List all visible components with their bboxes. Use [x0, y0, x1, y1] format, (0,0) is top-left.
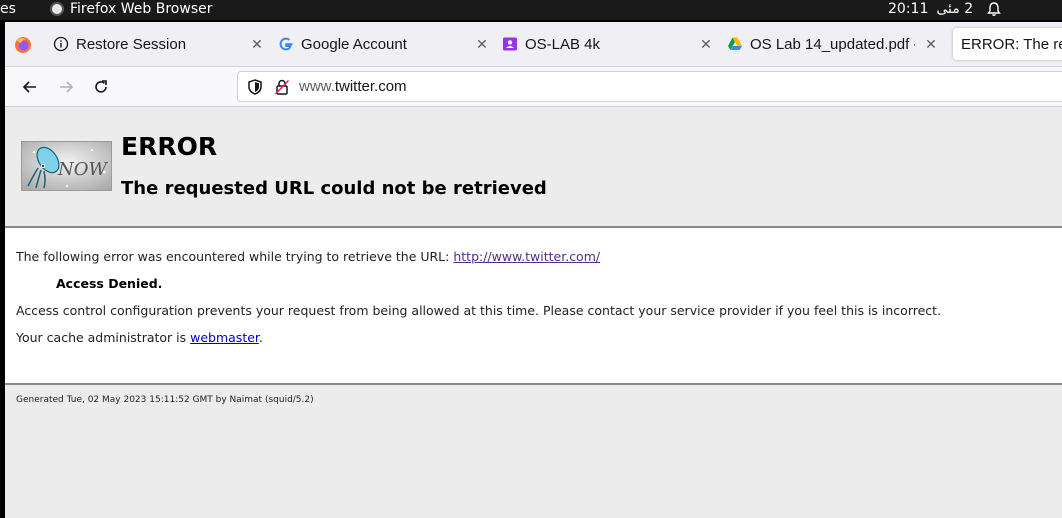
activities-button[interactable]: es: [0, 1, 16, 17]
admin-prefix: Your cache administrator is: [16, 330, 191, 345]
tracking-protection-shield-icon[interactable]: [246, 78, 264, 96]
tab-os-lab-14-pdf[interactable]: OS Lab 14_updated.pdf - ✕: [727, 28, 945, 60]
info-icon: [53, 36, 69, 52]
tab-google-account[interactable]: Google Account ✕: [278, 28, 496, 60]
clock-time: 20:11: [888, 1, 929, 17]
bell-icon[interactable]: [986, 1, 1002, 17]
tab-title: ERROR: The rec: [961, 35, 1062, 53]
url-bar[interactable]: www.twitter.com: [237, 71, 1062, 102]
access-denied-text: Access Denied.: [56, 276, 163, 291]
insecure-lock-icon[interactable]: [273, 78, 291, 96]
close-tab-icon[interactable]: ✕: [923, 36, 939, 52]
classroom-icon: [502, 36, 518, 52]
back-arrow-icon[interactable]: [20, 77, 40, 97]
tab-restore-session[interactable]: Restore Session ✕: [53, 28, 271, 60]
url-text[interactable]: www.twitter.com: [299, 78, 407, 95]
system-top-bar: es Firefox Web Browser 20:11 2 مئی: [0, 0, 1062, 20]
webmaster-link[interactable]: webmaster: [190, 330, 259, 345]
url-prefix: www.: [299, 78, 335, 95]
error-intro-text: The following error was encountered whil…: [16, 249, 454, 264]
admin-suffix: .: [258, 330, 263, 345]
close-tab-icon[interactable]: ✕: [474, 36, 490, 52]
error-subtitle: The requested URL could not be retrieved: [121, 178, 547, 199]
reload-icon[interactable]: [91, 77, 111, 97]
url-host: twitter.com: [334, 78, 407, 95]
admin-line: Your cache administrator is webmaster.: [16, 330, 263, 345]
google-icon: [278, 36, 294, 52]
clock-date: 2 مئی: [936, 1, 974, 17]
error-url-link[interactable]: http://www.twitter.com/: [453, 249, 600, 264]
browser-window: Restore Session ✕ Google Account ✕ OS-LA…: [5, 22, 1062, 518]
app-name: Firefox Web Browser: [70, 1, 213, 17]
google-drive-icon: [727, 36, 743, 52]
tab-strip: Restore Session ✕ Google Account ✕ OS-LA…: [5, 22, 1062, 67]
forward-arrow-icon[interactable]: [56, 77, 76, 97]
explanation-text: Access control configuration prevents yo…: [16, 303, 942, 318]
firefox-app-icon: [50, 2, 64, 16]
clock[interactable]: 20:11 2 مئی: [888, 1, 973, 17]
app-menu[interactable]: Firefox Web Browser: [50, 1, 213, 17]
close-tab-icon[interactable]: ✕: [249, 36, 265, 52]
tab-title: OS Lab 14_updated.pdf -: [750, 35, 915, 53]
generated-footer: Generated Tue, 02 May 2023 15:11:52 GMT …: [16, 395, 314, 405]
tab-title: Restore Session: [76, 35, 187, 53]
tab-title: OS-LAB 4k: [525, 35, 601, 53]
tab-title: Google Account: [301, 35, 407, 53]
bottom-divider: [5, 383, 1062, 385]
error-page: NOW ERROR The requested URL could not be…: [5, 108, 1062, 518]
squid-logo: NOW: [21, 141, 112, 191]
error-content: The following error was encountered whil…: [5, 228, 1062, 384]
error-title: ERROR: [121, 132, 218, 161]
firefox-view-icon[interactable]: [12, 34, 34, 56]
tab-os-lab-4k[interactable]: OS-LAB 4k ✕: [502, 28, 720, 60]
close-tab-icon[interactable]: ✕: [698, 36, 714, 52]
navigation-toolbar: www.twitter.com: [5, 67, 1062, 107]
logo-text: NOW: [58, 159, 108, 180]
error-intro-line: The following error was encountered whil…: [16, 249, 600, 264]
tab-error[interactable]: ERROR: The rec: [953, 28, 1062, 60]
